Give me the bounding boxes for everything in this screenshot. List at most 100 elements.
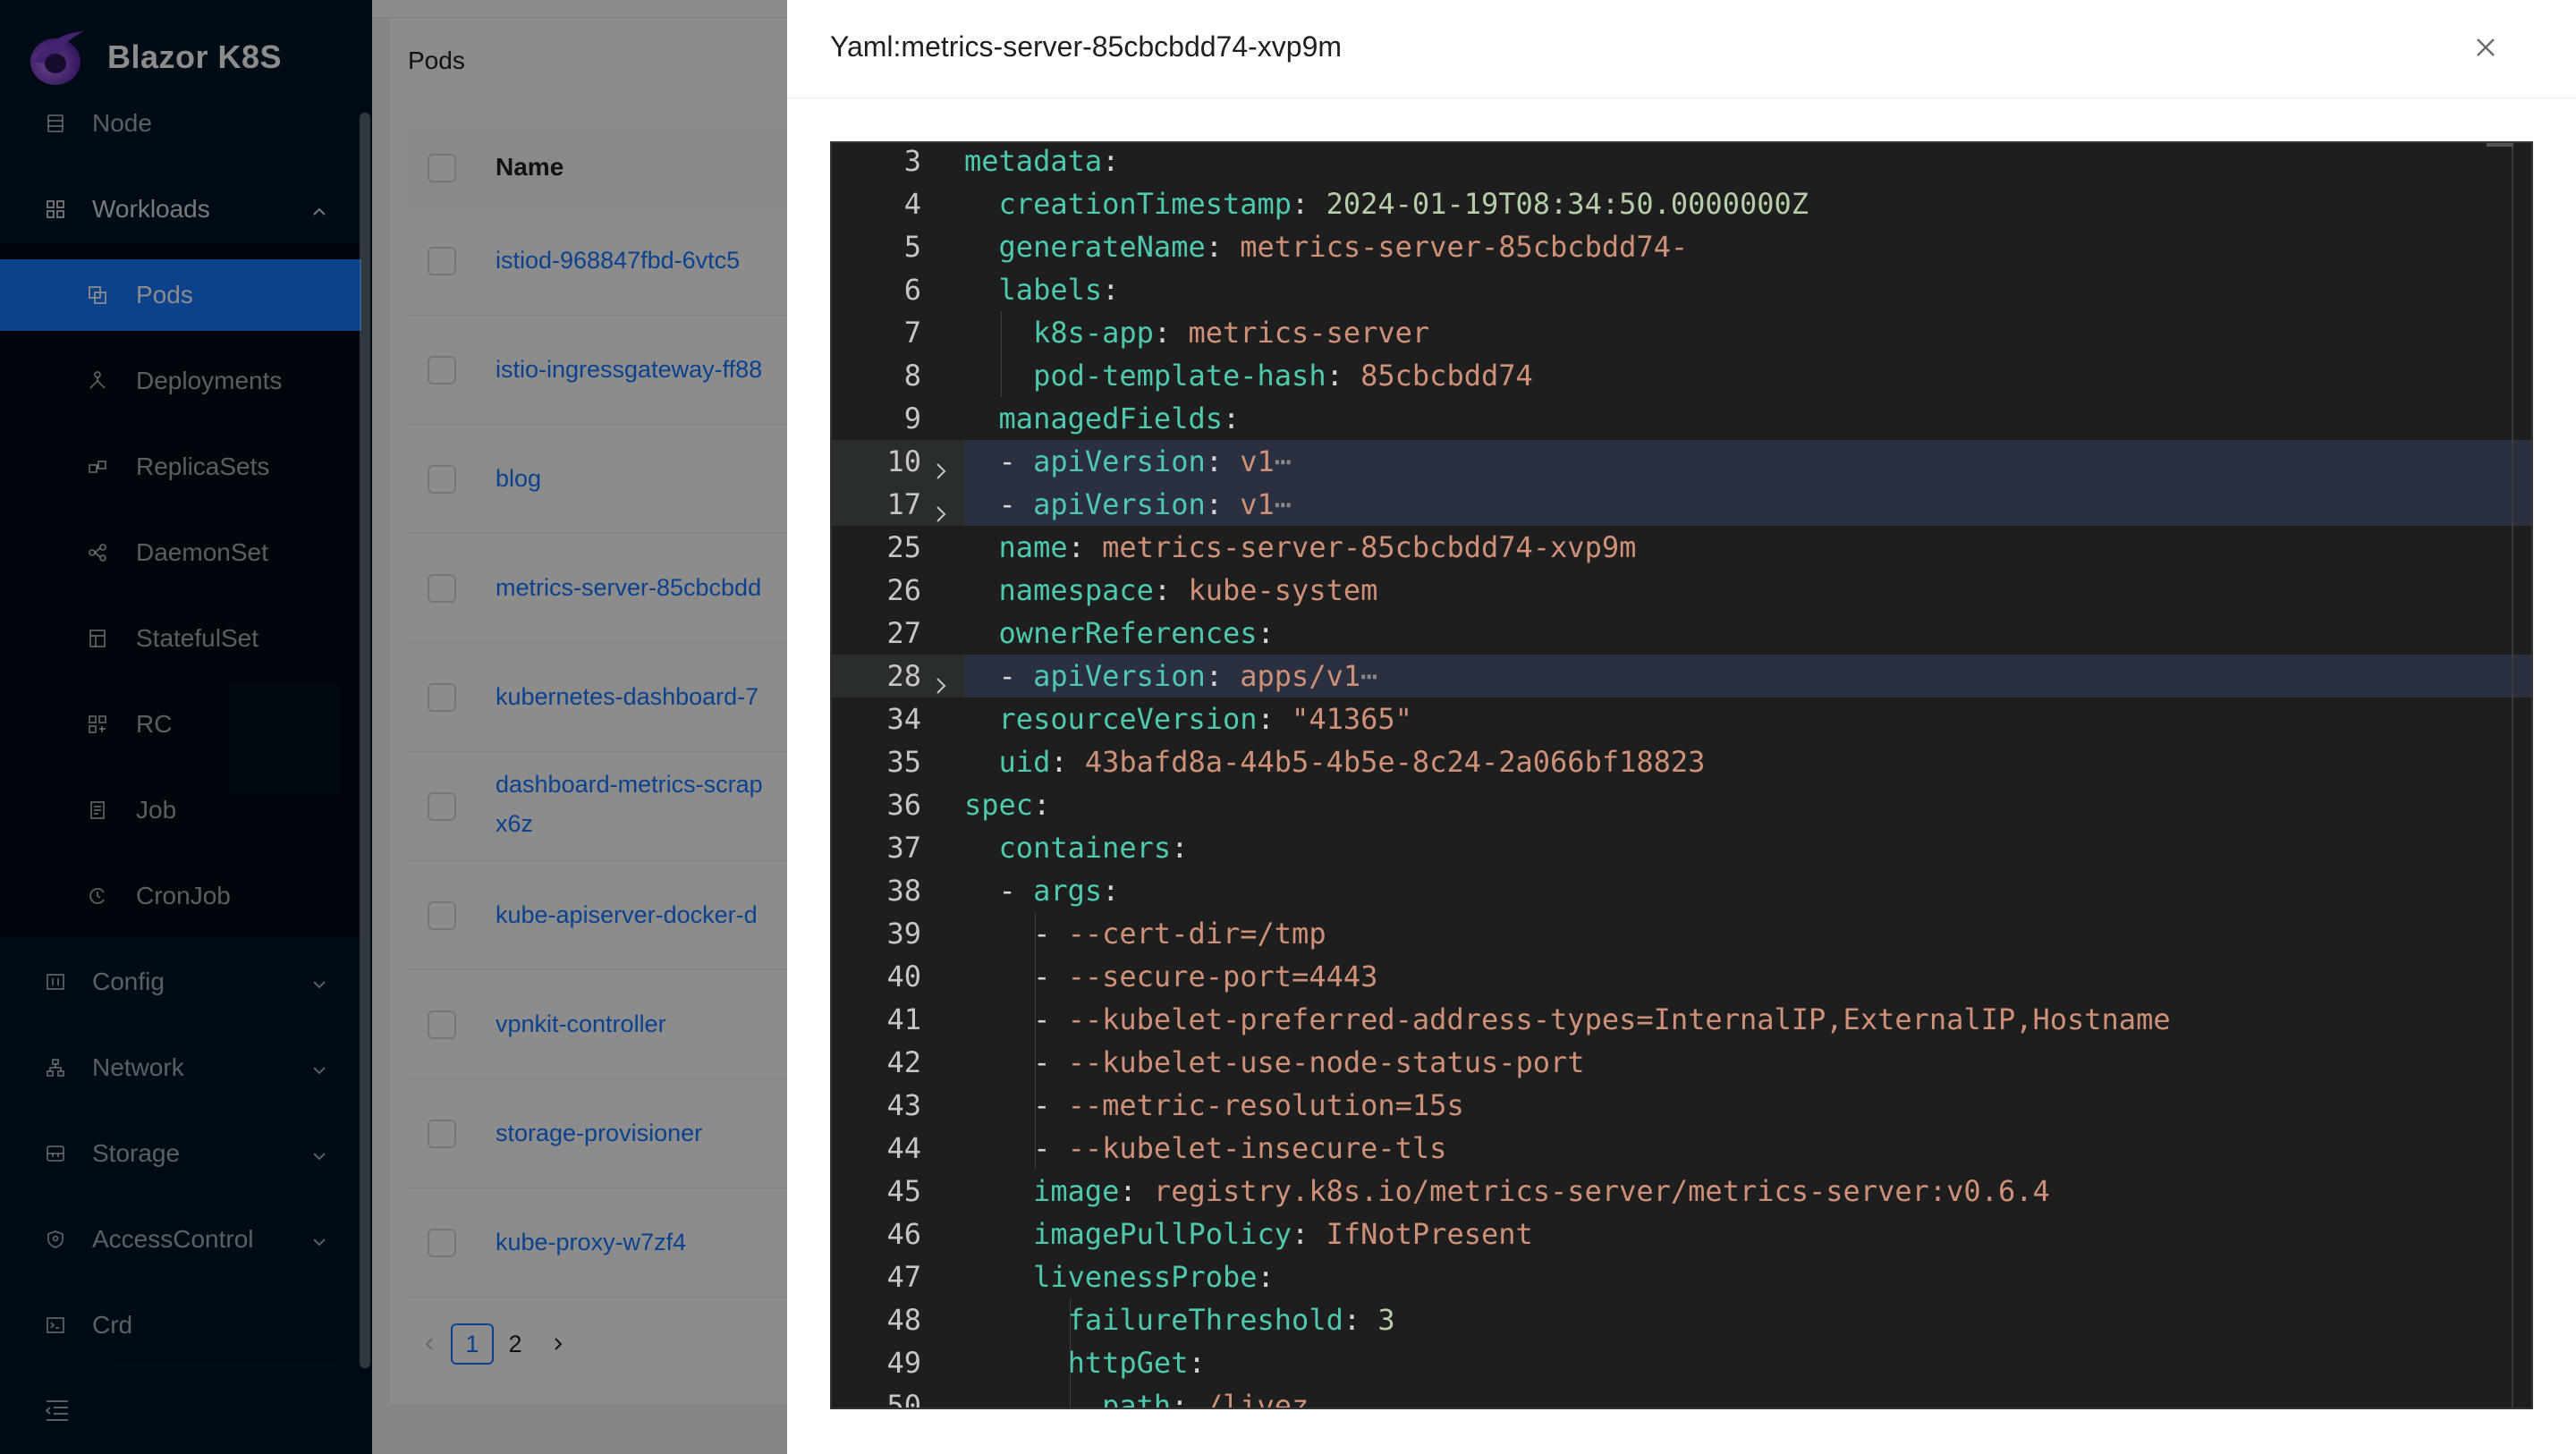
fold-chevron-icon[interactable] xyxy=(930,451,952,479)
code-text: resourceVersion: "41365" xyxy=(964,697,1412,740)
code-token: --metric-resolution=15s xyxy=(1067,1088,1464,1122)
code-line[interactable]: 5 generateName: metrics-server-85cbcbdd7… xyxy=(832,225,2531,268)
code-line[interactable]: 50 path: /livez xyxy=(832,1384,2531,1409)
code-text: name: metrics-server-85cbcbdd74-xvp9m xyxy=(964,526,1637,569)
code-token: "41365" xyxy=(1292,702,1412,736)
code-token: ⋯ xyxy=(1360,659,1378,693)
line-number: 3 xyxy=(903,144,921,178)
code-token: : xyxy=(1050,745,1085,779)
code-token: : xyxy=(1171,831,1189,865)
code-token: IfNotPresent xyxy=(1326,1217,1533,1251)
code-line[interactable]: 40 - --secure-port=4443 xyxy=(832,955,2531,998)
code-line[interactable]: 49 httpGet: xyxy=(832,1341,2531,1384)
code-line[interactable]: 25 name: metrics-server-85cbcbdd74-xvp9m xyxy=(832,526,2531,569)
code-text: - --kubelet-insecure-tls xyxy=(964,1127,1446,1170)
line-number: 45 xyxy=(886,1174,921,1208)
code-line[interactable]: 38 - args: xyxy=(832,869,2531,912)
code-token: name xyxy=(998,530,1068,564)
code-token: 43bafd8a-44b5-4b5e-8c24-2a066bf18823 xyxy=(1084,745,1706,779)
code-line[interactable]: 27 ownerReferences: xyxy=(832,612,2531,655)
code-token: metadata xyxy=(964,144,1103,178)
code-line[interactable]: 42 - --kubelet-use-node-status-port xyxy=(832,1041,2531,1084)
fold-chevron-icon[interactable] xyxy=(930,665,952,694)
code-text: failureThreshold: 3 xyxy=(964,1298,1395,1341)
code-text: generateName: metrics-server-85cbcbdd74- xyxy=(964,225,1689,268)
code-line[interactable]: 8 pod-template-hash: 85cbcbdd74 xyxy=(832,354,2531,397)
line-number: 35 xyxy=(886,745,921,779)
code-line[interactable]: 9 managedFields: xyxy=(832,397,2531,440)
code-token: --kubelet-use-node-status-port xyxy=(1067,1045,1585,1079)
code-line[interactable]: 34 resourceVersion: "41365" xyxy=(832,697,2531,740)
code-token: 2024-01-19T08:34:50.0000000Z xyxy=(1326,187,1809,221)
line-number: 36 xyxy=(886,788,921,822)
code-token: - xyxy=(964,659,1034,693)
code-token: : xyxy=(1257,1260,1275,1294)
yaml-drawer: Yaml:metrics-server-85cbcbdd74-xvp9m 3 me… xyxy=(787,0,2576,1454)
code-line[interactable]: 4 creationTimestamp: 2024-01-19T08:34:50… xyxy=(832,182,2531,225)
line-number: 28 xyxy=(886,659,921,693)
code-token: : xyxy=(1292,187,1326,221)
code-text: metadata: xyxy=(964,143,1119,182)
line-number: 42 xyxy=(886,1045,921,1079)
code-token: : xyxy=(1292,1217,1326,1251)
code-line[interactable]: 43 - --metric-resolution=15s xyxy=(832,1084,2531,1127)
code-token: metrics-server-85cbcbdd74-xvp9m xyxy=(1102,530,1637,564)
code-line[interactable]: 36 spec: xyxy=(832,783,2531,826)
code-token: - xyxy=(964,1002,1068,1036)
code-line[interactable]: 17 - apiVersion: v1⋯ xyxy=(832,483,2531,526)
code-token: --kubelet-insecure-tls xyxy=(1067,1131,1447,1165)
code-text: httpGet: xyxy=(964,1341,1206,1384)
code-text: spec: xyxy=(964,783,1050,826)
code-token: image xyxy=(1033,1174,1120,1208)
code-text: labels: xyxy=(964,268,1120,311)
code-line[interactable]: 26 namespace: kube-system xyxy=(832,569,2531,612)
code-line[interactable]: 3 metadata: xyxy=(832,143,2531,182)
fold-chevron-icon[interactable] xyxy=(930,494,952,522)
yaml-code-editor[interactable]: 3 metadata: 4 creationTimestamp: 2024-01-1… xyxy=(830,141,2533,1409)
code-line[interactable]: 6 labels: xyxy=(832,268,2531,311)
line-number: 37 xyxy=(886,831,921,865)
code-token: - xyxy=(964,959,1068,993)
code-token: uid xyxy=(998,745,1051,779)
editor-scrollbar-thumb[interactable] xyxy=(2487,143,2513,147)
code-text: - args: xyxy=(964,869,1120,912)
code-token: apiVersion xyxy=(1033,487,1206,521)
code-token: namespace xyxy=(998,573,1154,607)
code-text: namespace: kube-system xyxy=(964,569,1378,612)
code-token: : xyxy=(1188,1346,1206,1380)
code-line[interactable]: 45 image: registry.k8s.io/metrics-server… xyxy=(832,1170,2531,1213)
code-text: k8s-app: metrics-server xyxy=(964,311,1429,354)
code-line[interactable]: 35 uid: 43bafd8a-44b5-4b5e-8c24-2a066bf1… xyxy=(832,740,2531,783)
code-line[interactable]: 7 k8s-app: metrics-server xyxy=(832,311,2531,354)
code-token: ownerReferences xyxy=(998,616,1258,650)
code-token: pod-template-hash xyxy=(1033,359,1326,393)
code-token: - xyxy=(964,874,1034,908)
code-line[interactable]: 44 - --kubelet-insecure-tls xyxy=(832,1127,2531,1170)
code-text: creationTimestamp: 2024-01-19T08:34:50.0… xyxy=(964,182,1809,225)
code-line[interactable]: 41 - --kubelet-preferred-address-types=I… xyxy=(832,998,2531,1041)
line-number: 38 xyxy=(886,874,921,908)
code-line[interactable]: 48 failureThreshold: 3 xyxy=(832,1298,2531,1341)
code-token: : xyxy=(1153,573,1189,607)
code-token: registry.k8s.io/metrics-server/metrics-s… xyxy=(1153,1174,2050,1208)
code-line[interactable]: 39 - --cert-dir=/tmp xyxy=(832,912,2531,955)
editor-scrollbar[interactable] xyxy=(2512,143,2513,1408)
code-text: containers: xyxy=(964,826,1189,869)
code-line[interactable]: 46 imagePullPolicy: IfNotPresent xyxy=(832,1213,2531,1255)
code-text: - --cert-dir=/tmp xyxy=(964,912,1326,955)
line-number: 48 xyxy=(886,1303,921,1337)
code-line[interactable]: 28 - apiVersion: apps/v1⋯ xyxy=(832,655,2531,697)
code-line[interactable]: 10 - apiVersion: v1⋯ xyxy=(832,440,2531,483)
code-text: image: registry.k8s.io/metrics-server/me… xyxy=(964,1170,2050,1213)
code-line[interactable]: 37 containers: xyxy=(832,826,2531,869)
code-line[interactable]: 47 livenessProbe: xyxy=(832,1255,2531,1298)
line-number: 50 xyxy=(886,1389,921,1409)
close-icon[interactable] xyxy=(2472,34,2499,61)
code-text: uid: 43bafd8a-44b5-4b5e-8c24-2a066bf1882… xyxy=(964,740,1706,783)
code-token: k8s-app xyxy=(1033,316,1154,350)
